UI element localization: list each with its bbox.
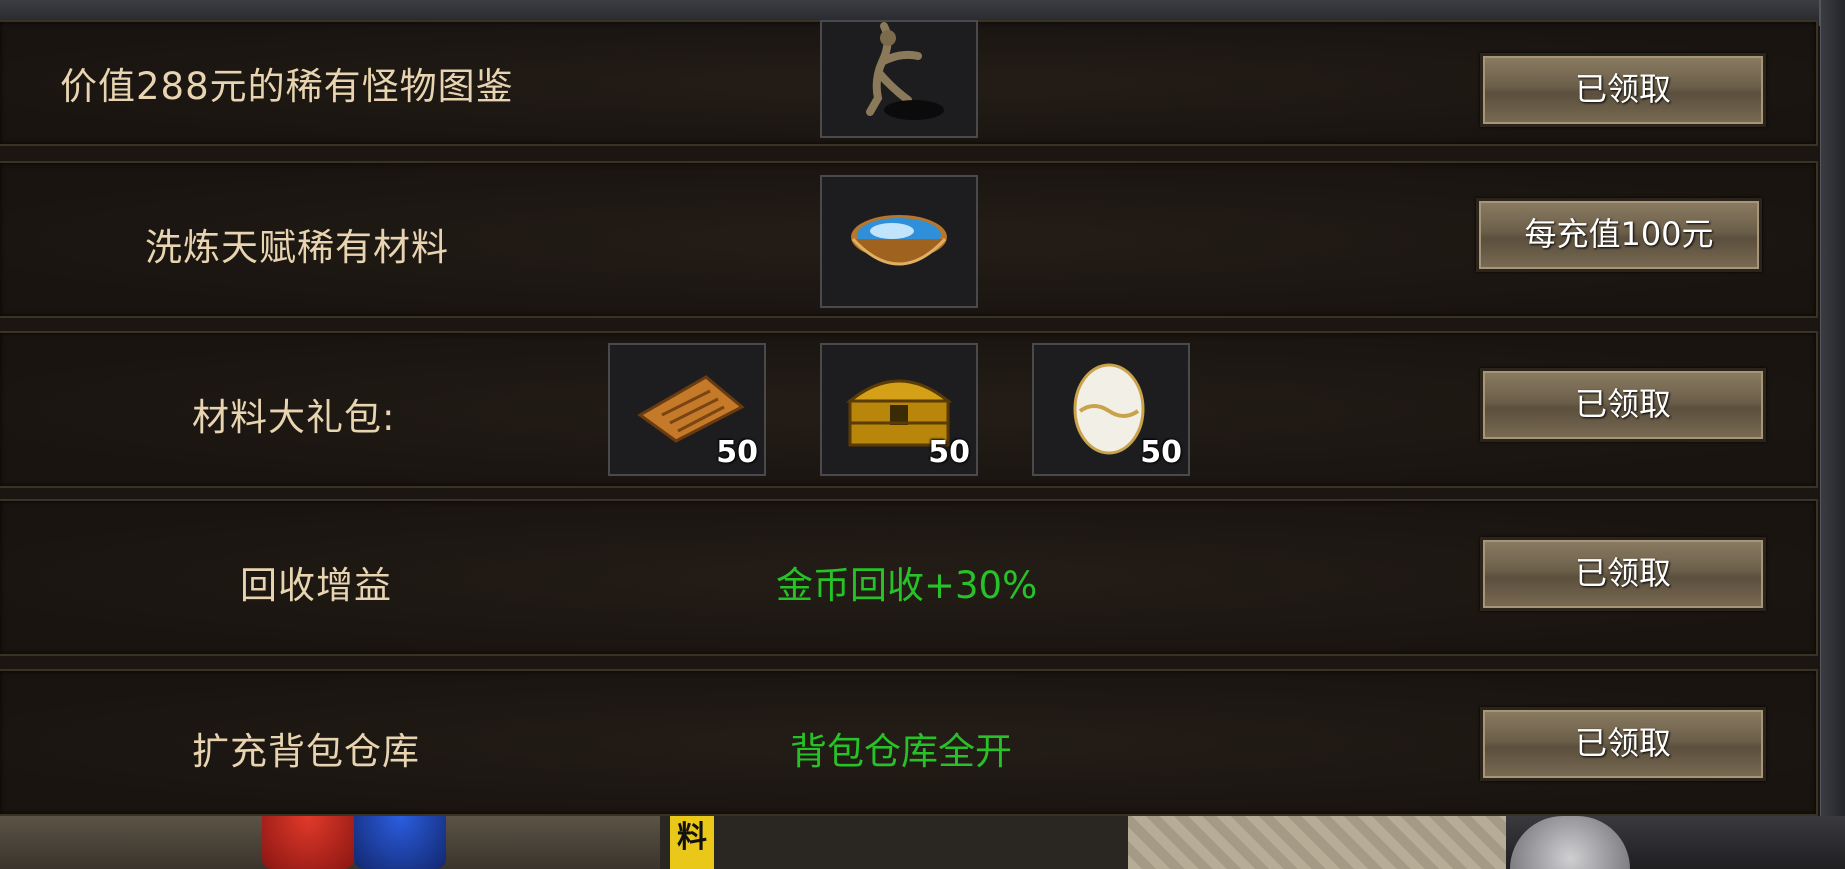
reward-row-recycle-bonus: 回收增益 金币回收+30% 已领取 <box>0 499 1818 656</box>
reward-row-bag-expand: 扩充背包仓库 背包仓库全开 已领取 <box>0 669 1818 816</box>
item-slot-monster[interactable] <box>820 20 978 138</box>
reward-list-panel: 价值288元的稀有怪物图鉴 已领取 洗炼天赋稀有材料 每充值100元 材料大礼包… <box>0 20 1820 816</box>
reward-row-talent-material: 洗炼天赋稀有材料 每充值100元 <box>0 161 1818 318</box>
bonus-text: 背包仓库全开 <box>790 730 1012 773</box>
reward-label: 材料大礼包: <box>192 396 396 439</box>
reward-label: 价值288元的稀有怪物图鉴 <box>60 65 514 108</box>
panel-right-border <box>1819 0 1845 869</box>
item-count: 50 <box>1140 435 1182 470</box>
claimed-button[interactable]: 已领取 <box>1480 368 1766 442</box>
recharge-100-button[interactable]: 每充值100元 <box>1476 198 1762 272</box>
claimed-button[interactable]: 已领取 <box>1480 53 1766 127</box>
claimed-button[interactable]: 已领取 <box>1480 707 1766 781</box>
reward-row-monster-guide: 价值288元的稀有怪物图鉴 已领取 <box>0 20 1818 146</box>
blue-bowl-icon <box>851 215 947 266</box>
hud-floor-texture <box>1128 816 1506 869</box>
item-slot-scroll[interactable]: 50 <box>608 343 766 476</box>
bonus-text: 金币回收+30% <box>776 564 1038 607</box>
game-window: 价值288元的稀有怪物图鉴 已领取 洗炼天赋稀有材料 每充值100元 材料大礼包… <box>0 0 1845 869</box>
monster-figure-icon <box>866 22 944 120</box>
reward-label: 洗炼天赋稀有材料 <box>145 226 449 269</box>
reward-row-material-pack: 材料大礼包: 50 50 50 已领取 <box>0 331 1818 488</box>
claimed-button[interactable]: 已领取 <box>1480 537 1766 611</box>
item-count: 50 <box>716 435 758 470</box>
item-slot-egg[interactable]: 50 <box>1032 343 1190 476</box>
reward-label: 扩充背包仓库 <box>192 730 420 773</box>
game-hud-bar: 料 <box>0 816 1845 869</box>
health-orb <box>262 816 354 869</box>
item-slot-bowl[interactable] <box>820 175 978 308</box>
item-slot-chest[interactable]: 50 <box>820 343 978 476</box>
reward-label: 回收增益 <box>240 564 392 607</box>
mana-orb <box>354 816 446 869</box>
item-count: 50 <box>928 435 970 470</box>
hud-material-tag[interactable]: 料 <box>670 816 714 869</box>
